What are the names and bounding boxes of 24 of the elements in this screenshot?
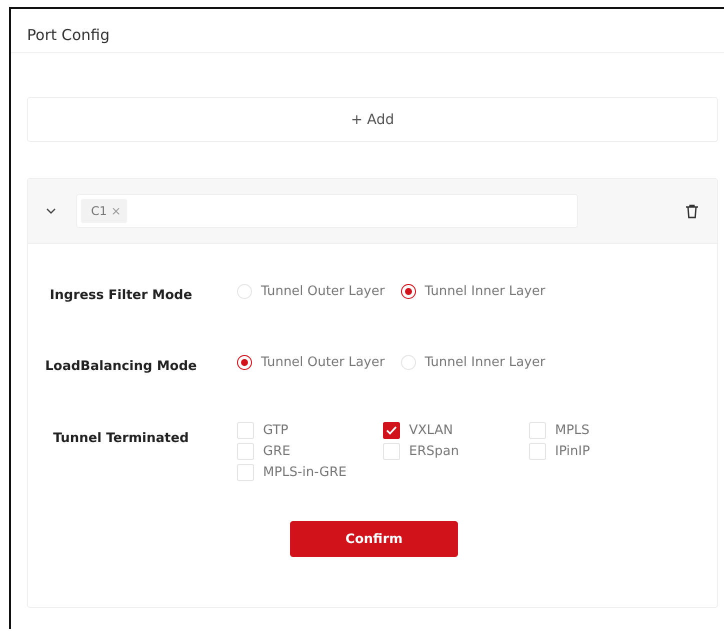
- field-label: Ingress Filter Mode: [48, 287, 194, 303]
- option-label: ERSpan: [409, 444, 459, 459]
- option-label: Tunnel Outer Layer: [261, 355, 385, 370]
- field-label: LoadBalancing Mode: [44, 358, 198, 374]
- option-label: MPLS-in-GRE: [263, 465, 347, 480]
- option-label: GTP: [263, 423, 288, 438]
- radio-button[interactable]: [237, 355, 252, 370]
- add-button[interactable]: + Add: [27, 97, 718, 142]
- port-select-field[interactable]: C1 ×: [76, 194, 578, 228]
- check-icon: [386, 426, 397, 435]
- trash-icon[interactable]: [685, 204, 699, 218]
- window-title: Port Config: [11, 9, 724, 53]
- checkbox[interactable]: [383, 422, 400, 439]
- field-label: Tunnel Terminated: [52, 430, 190, 446]
- option-label: MPLS: [555, 423, 590, 438]
- option-label: Tunnel Inner Layer: [424, 355, 546, 370]
- option-label: IPinIP: [555, 444, 590, 459]
- confirm-button[interactable]: Confirm: [290, 521, 458, 557]
- option-label: Tunnel Outer Layer: [261, 284, 385, 299]
- option-label: GRE: [263, 444, 290, 459]
- tag-label: C1: [91, 204, 108, 218]
- option-label: VXLAN: [409, 423, 453, 438]
- radio-button[interactable]: [400, 284, 416, 299]
- option-label: Tunnel Inner Layer: [424, 284, 546, 299]
